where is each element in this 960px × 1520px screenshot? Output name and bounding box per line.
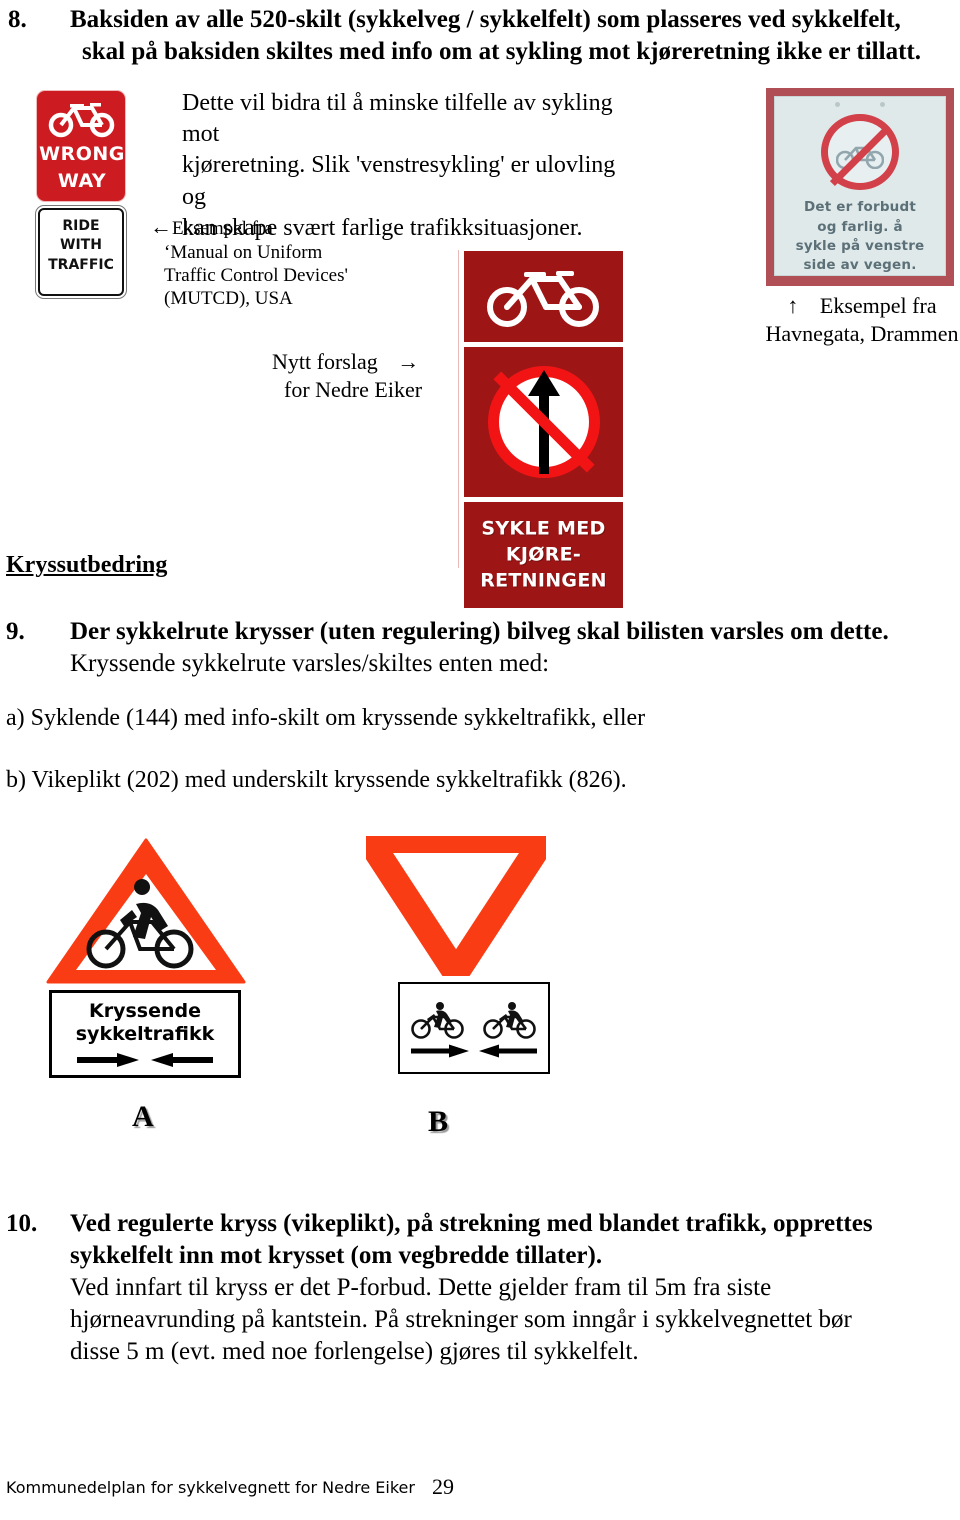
intro-paragraph-line-1: Dette vil bidra til å minske tilfelle av…	[182, 90, 613, 148]
item-9-line-1: Der sykkelrute krysser (uten regulering)…	[70, 618, 889, 645]
proposal-sign-text-line-1: SYKLE MED	[481, 517, 606, 540]
mutcd-sign-red-panel: WRONG WAY	[36, 90, 126, 202]
item-10-line-1: Ved regulerte kryss (vikeplikt), på stre…	[70, 1210, 873, 1237]
section-heading-kryssutbedring: Kryssutbedring	[6, 552, 168, 578]
document-page: 8. Baksiden av alle 520-skilt (sykkelveg…	[0, 0, 960, 1520]
sign-a-plate-line-1: Kryssende	[89, 1000, 201, 1023]
item-8-body: Baksiden av alle 520-skilt (sykkelveg / …	[70, 4, 950, 68]
havnegata-caption-line-2: Havnegata, Drammen	[765, 320, 959, 346]
item-10-number: 10.	[6, 1210, 38, 1237]
arrow-right-icon	[411, 1044, 469, 1057]
cyclist-right-icon	[411, 1001, 464, 1039]
havnegata-caption-text-1: Eksempel fra	[819, 293, 937, 318]
havnegata-caption: ↑ Eksempel fra Havnegata, Drammen	[762, 292, 960, 347]
item-9-body: Der sykkelrute krysser (uten regulering)…	[70, 616, 950, 680]
mutcd-word-wrong: WRONG	[39, 143, 125, 165]
mutcd-sub-line-1: RIDE	[62, 218, 100, 234]
proposal-caption: Nytt forslag → for Nedre Eiker	[272, 348, 462, 403]
proposal-sign: SYKLE MED KJØRE- RETNINGEN	[458, 250, 624, 609]
mutcd-caption-line-1: ←Eksempel fra	[150, 214, 400, 241]
proposal-sign-text: SYKLE MED KJØRE- RETNINGEN	[464, 516, 623, 595]
sign-b-cyclists-row	[409, 999, 539, 1039]
mutcd-word-way: WAY	[57, 170, 107, 192]
mutcd-caption: ←Eksempel fra ‘Manual on Uniform Traffic…	[150, 214, 400, 310]
warning-triangle-cyclist-icon	[46, 838, 246, 984]
sign-a-syklende-with-plate: Kryssende sykkeltrafikk	[46, 838, 246, 1078]
havnegata-text-line-3: sykle på venstre	[795, 237, 925, 254]
item-9-option-b: b) Vikeplikt (202) med underskilt krysse…	[6, 767, 627, 793]
item-10-line-2: sykkelfelt inn mot krysset (om vegbredde…	[70, 1242, 603, 1269]
sign-b-underplate	[398, 982, 550, 1074]
havnegata-sign-text: Det er forbudt og farlig. å sykle på ven…	[796, 198, 925, 275]
proposal-panel-text: SYKLE MED KJØRE- RETNINGEN	[463, 501, 624, 609]
mutcd-sub-line-2: WITH	[60, 237, 102, 254]
item-8-line-2: skal på baksiden skiltes med info om at …	[82, 38, 921, 65]
bicycle-icon	[487, 271, 599, 327]
proposal-caption-line-1: Nytt forslag →	[272, 348, 462, 376]
sign-a-plate-line-2: sykkeltrafikk	[75, 1022, 215, 1045]
item-10-line-3: Ved innfart til kryss er det P-forbud. D…	[70, 1274, 772, 1301]
sign-b-plate-arrows	[411, 1044, 537, 1058]
right-arrow-icon: →	[397, 349, 420, 374]
item-9-number: 9.	[6, 618, 25, 645]
havnegata-caption-line-1: ↑ Eksempel fra	[762, 292, 960, 320]
bicycle-icon	[48, 103, 115, 138]
mutcd-caption-line-4: (MUTCD), USA	[164, 288, 293, 310]
proposal-panel-bicycle	[463, 250, 624, 343]
item-8-line-1: Baksiden av alle 520-skilt (sykkelveg / …	[70, 6, 901, 33]
proposal-caption-text-1: Nytt forslag	[272, 349, 378, 374]
cyclist-left-icon	[483, 1001, 536, 1039]
mutcd-sub-line-3: TRAFFIC	[48, 256, 114, 273]
intro-paragraph-line-2: kjøreretning. Slik 'venstresykling' er u…	[182, 152, 616, 210]
sign-a-info-plate: Kryssende sykkeltrafikk	[49, 990, 241, 1078]
item-8-number: 8.	[8, 6, 27, 33]
havnegata-text-line-2: og farlig. å	[817, 218, 903, 235]
sign-a-label: A	[132, 1100, 154, 1133]
mutcd-sign-white-plate: RIDE WITH TRAFFIC	[38, 208, 124, 296]
yield-triangle-icon	[344, 827, 568, 997]
proposal-sign-text-line-2: KJØRE-	[505, 543, 582, 566]
mutcd-caption-text-1: Eksempel fra	[172, 218, 273, 239]
mutcd-caption-line-3: Traffic Control Devices'	[164, 265, 348, 286]
item-9-line-2: Kryssende sykkelrute varsles/skiltes ent…	[70, 650, 550, 677]
sign-a-plate-arrows	[77, 1052, 213, 1068]
item-9-option-a: a) Syklende (144) med info-skilt om krys…	[6, 705, 646, 731]
arrow-left-icon	[479, 1044, 537, 1057]
item-10-line-5: disse 5 m (evt. med noe forlengelse) gjø…	[70, 1338, 639, 1365]
proposal-panel-prohibition	[463, 346, 624, 498]
arrow-left-icon	[151, 1052, 213, 1067]
up-arrow-icon: ↑	[787, 293, 799, 318]
proposal-caption-line-2: for Nedre Eiker	[284, 376, 423, 402]
left-arrow-icon: ←	[150, 214, 172, 239]
arrow-right-icon	[77, 1052, 139, 1067]
sign-b-vikeplikt-with-plate	[344, 827, 568, 1076]
footer-document-title: Kommunedelplan for sykkelvegnett for Ned…	[6, 1478, 415, 1497]
item-10-body: Ved regulerte kryss (vikeplikt), på stre…	[70, 1208, 950, 1368]
proposal-sign-text-line-3: RETNINGEN	[480, 570, 607, 593]
havnegata-sign-photo: Det er forbudt og farlig. å sykle på ven…	[766, 88, 954, 286]
mounting-holes	[775, 102, 945, 107]
havnegata-text-line-1: Det er forbudt	[803, 199, 917, 216]
havnegata-text-line-4: side av vegen.	[803, 256, 917, 273]
mutcd-caption-line-2: ‘Manual on Uniform	[164, 241, 323, 263]
item-10-line-4: hjørneavrunding på kantstein. På strekni…	[70, 1306, 852, 1333]
mutcd-wrong-way-sign: WRONG WAY RIDE WITH TRAFFIC	[36, 90, 128, 302]
sign-b-label: B	[428, 1105, 449, 1138]
footer-page-number: 29	[432, 1474, 454, 1499]
no-cycling-circle-icon	[821, 114, 899, 191]
havnegata-sign-face: Det er forbudt og farlig. å sykle på ven…	[774, 96, 946, 276]
